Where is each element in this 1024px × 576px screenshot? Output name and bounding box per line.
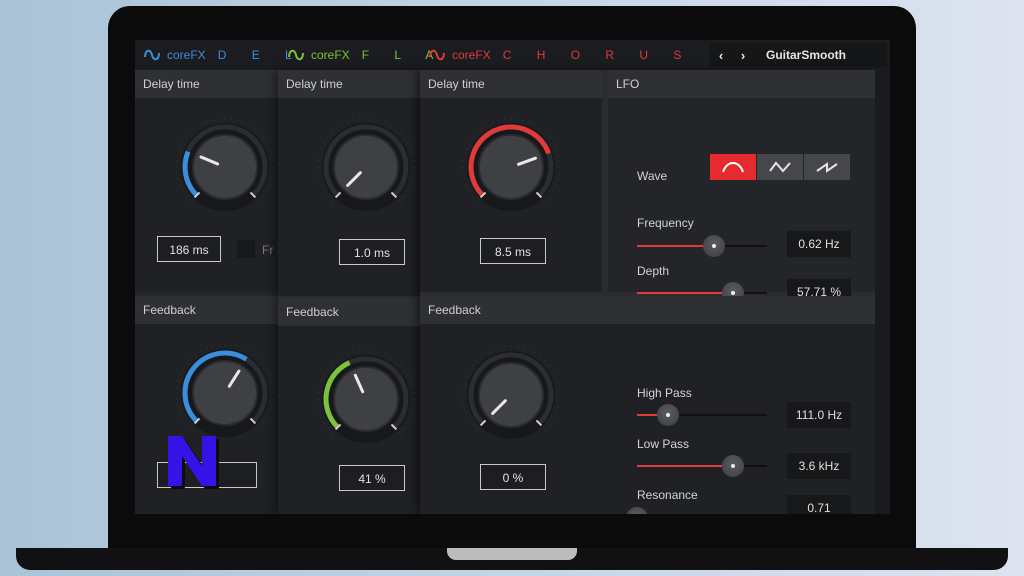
resonance-value[interactable]: 0.71 (787, 495, 851, 514)
delay-time-header: Delay time (420, 70, 602, 98)
knob-cap (478, 362, 544, 428)
next-preset-button[interactable]: › (732, 48, 754, 63)
free-label: Fr (262, 243, 274, 257)
feedback-header: Feedback (420, 296, 875, 324)
sine-wave-icon (722, 162, 744, 173)
delay-time-knob[interactable] (458, 114, 564, 220)
feedback-header: Feedback (278, 298, 420, 326)
corefx-wave-icon (144, 49, 160, 61)
resonance-label: Resonance (637, 488, 698, 502)
preset-name[interactable]: GuitarSmooth (766, 48, 846, 62)
plugin-tab-bar: coreFX D E L coreFX F L A coreFX C H O R… (135, 40, 890, 70)
knob-cap (333, 134, 399, 200)
tab-brand: coreFX (452, 48, 491, 62)
delay-time-value[interactable]: 186 ms (157, 236, 221, 262)
plugin-window: coreFX D E L coreFX F L A coreFX C H O R… (135, 40, 890, 514)
flanger-panel: Delay time 1.0 ms Feedback 41 % (278, 70, 420, 514)
feedback-knob[interactable] (458, 342, 564, 448)
frequency-label: Frequency (637, 216, 694, 230)
high-pass-label: High Pass (637, 386, 692, 400)
free-checkbox[interactable] (237, 240, 255, 258)
high-pass-value[interactable]: 111.0 Hz (787, 402, 851, 428)
tab-flanger[interactable]: coreFX F L A (287, 40, 444, 70)
n-logo-watermark (168, 436, 219, 489)
frequency-value[interactable]: 0.62 Hz (787, 231, 851, 257)
feedback-value[interactable]: 41 % (339, 465, 405, 491)
knob-cap (192, 360, 258, 426)
preset-navigator: ‹ › GuitarSmooth (710, 43, 887, 67)
delay-time-header: Delay time (278, 70, 420, 98)
delay-time-value[interactable]: 8.5 ms (480, 238, 546, 264)
wave-sawtooth-button[interactable] (804, 154, 850, 180)
knob-cap (192, 134, 258, 200)
slider-thumb[interactable] (657, 404, 679, 426)
tab-chorus[interactable]: coreFX C H O R U S (428, 40, 692, 70)
triangle-wave-icon (769, 161, 791, 173)
wave-label: Wave (637, 169, 668, 183)
low-pass-value[interactable]: 3.6 kHz (787, 453, 851, 479)
delay-time-header: Delay time (135, 70, 278, 98)
feedback-knob[interactable] (313, 346, 419, 452)
scrollbar[interactable] (875, 70, 890, 514)
delay-time-knob[interactable] (313, 114, 419, 220)
wave-triangle-button[interactable] (757, 154, 803, 180)
laptop-notch (447, 548, 577, 560)
resonance-slider[interactable] (626, 507, 767, 514)
tab-delay[interactable]: coreFX D E L (143, 40, 303, 70)
corefx-wave-icon (429, 49, 445, 61)
low-pass-label: Low Pass (637, 437, 690, 451)
low-pass-slider[interactable] (637, 455, 767, 477)
knob-cap (478, 134, 544, 200)
tab-brand: coreFX (311, 48, 350, 62)
chorus-panel: Delay time 8.5 ms LFO Wave Frequency 0.6… (420, 70, 875, 514)
high-pass-slider[interactable] (637, 404, 767, 426)
frequency-slider[interactable] (637, 235, 767, 257)
tab-brand: coreFX (167, 48, 206, 62)
tab-effect-name: C H O R U S (502, 48, 693, 62)
feedback-header: Feedback (135, 296, 278, 324)
lfo-section (608, 98, 875, 292)
depth-label: Depth (637, 264, 670, 278)
delay-time-knob[interactable] (172, 114, 278, 220)
slider-thumb[interactable] (722, 455, 744, 477)
corefx-wave-icon (288, 49, 304, 61)
sawtooth-wave-icon (816, 162, 838, 173)
lfo-header: LFO (608, 70, 875, 98)
slider-thumb[interactable] (703, 235, 725, 257)
delay-time-value[interactable]: 1.0 ms (339, 239, 405, 265)
wave-sine-button[interactable] (710, 154, 756, 180)
knob-cap (333, 366, 399, 432)
previous-preset-button[interactable]: ‹ (710, 48, 732, 63)
feedback-value[interactable]: 0 % (480, 464, 546, 490)
